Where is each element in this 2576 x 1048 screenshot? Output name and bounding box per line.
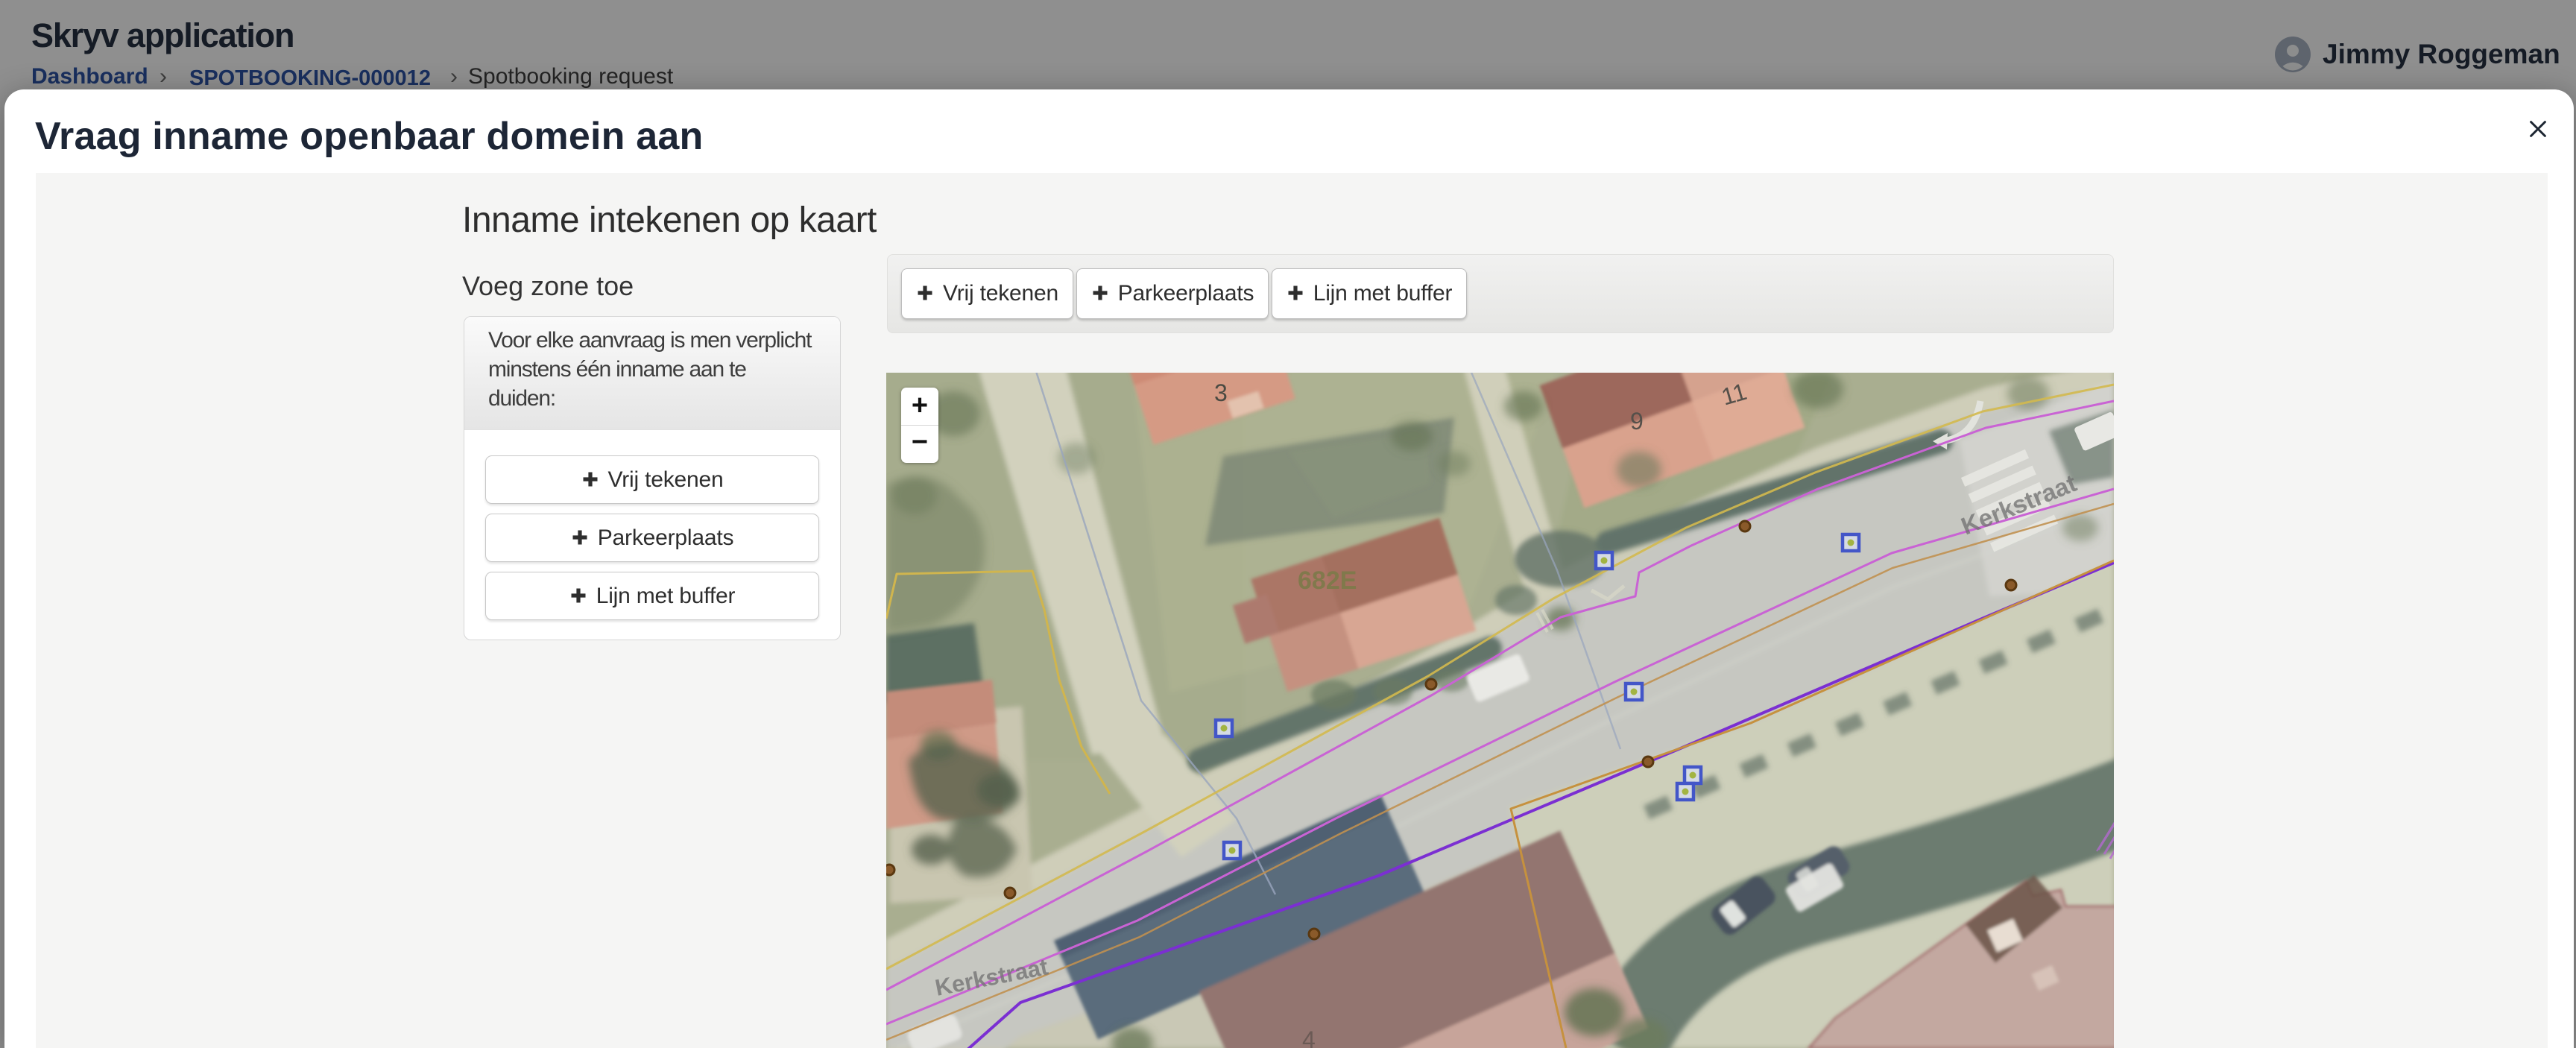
svg-text:4: 4 [1302, 1026, 1316, 1048]
svg-text:3: 3 [1214, 379, 1228, 406]
svg-text:9: 9 [1630, 408, 1644, 435]
svg-text:682E: 682E [1298, 566, 1357, 595]
